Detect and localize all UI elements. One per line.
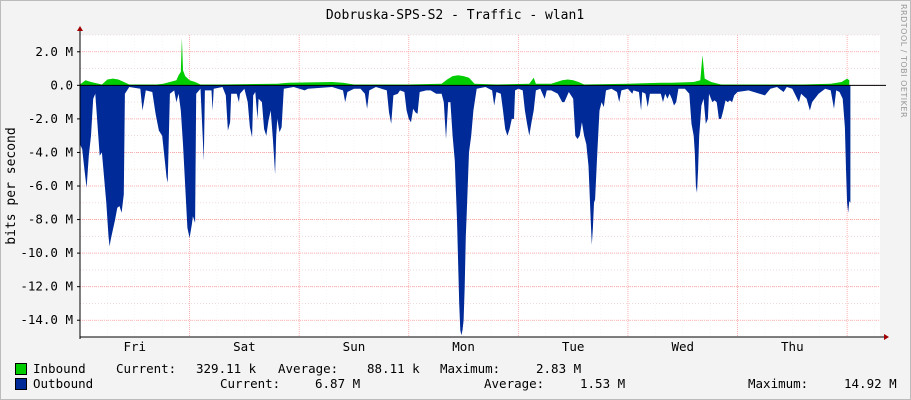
y-axis-arrow [77, 26, 83, 31]
x-tick-label: Sun [343, 339, 366, 354]
x-tick-label: Thu [781, 339, 804, 354]
x-tick-label: Mon [452, 339, 475, 354]
y-axis-label: bits per second [4, 127, 19, 244]
y-tick-label: -4.0 M [28, 144, 73, 159]
outbound-current-value: 6.87 M [315, 376, 361, 391]
outbound-maximum-label: Maximum: [748, 376, 809, 391]
inbound-name: Inbound [33, 361, 86, 376]
chart-title: Dobruska-SPS-S2 - Traffic - wlan1 [326, 8, 584, 23]
x-tick-label: Tue [562, 339, 585, 354]
outbound-name: Outbound [33, 376, 94, 391]
traffic-chart: Dobruska-SPS-S2 - Traffic - wlan1 bits p… [4, 8, 889, 354]
y-tick-label: -10.0 M [20, 245, 73, 260]
y-tick-label: -14.0 M [20, 312, 73, 327]
inbound-maximum-value: 2.83 M [536, 361, 582, 376]
x-tick-labels: Fri Sat Sun Mon Tue Wed Thu [124, 339, 804, 354]
outbound-swatch [15, 378, 27, 390]
x-tick-label: Wed [671, 339, 694, 354]
outbound-maximum-value: 14.92 M [844, 376, 897, 391]
inbound-swatch [15, 363, 27, 375]
grid-lines [79, 34, 880, 338]
y-tick-labels: 2.0 M 0.0 -2.0 M -4.0 M -6.0 M -8.0 M -10.0 M -… [20, 44, 73, 327]
x-tick-label: Sat [233, 339, 256, 354]
outbound-average-value: 1.53 M [580, 376, 626, 391]
inbound-current-label: Current: [116, 361, 177, 376]
y-tick-label: -2.0 M [28, 111, 73, 126]
y-tick-label: -8.0 M [28, 212, 73, 227]
x-axis-arrow [884, 334, 889, 340]
outbound-current-label: Current: [220, 376, 281, 391]
x-tick-label: Fri [124, 339, 147, 354]
inbound-current-value: 329.11 k [196, 361, 257, 376]
y-tick-label: 2.0 M [35, 44, 73, 59]
y-tick-label: -12.0 M [20, 279, 73, 294]
y-tick-label: -6.0 M [28, 178, 73, 193]
inbound-maximum-label: Maximum: [440, 361, 501, 376]
outbound-average-label: Average: [484, 376, 545, 391]
inbound-average-label: Average: [278, 361, 339, 376]
inbound-average-value: 88.11 k [367, 361, 420, 376]
y-tick-label: 0.0 [50, 77, 73, 92]
